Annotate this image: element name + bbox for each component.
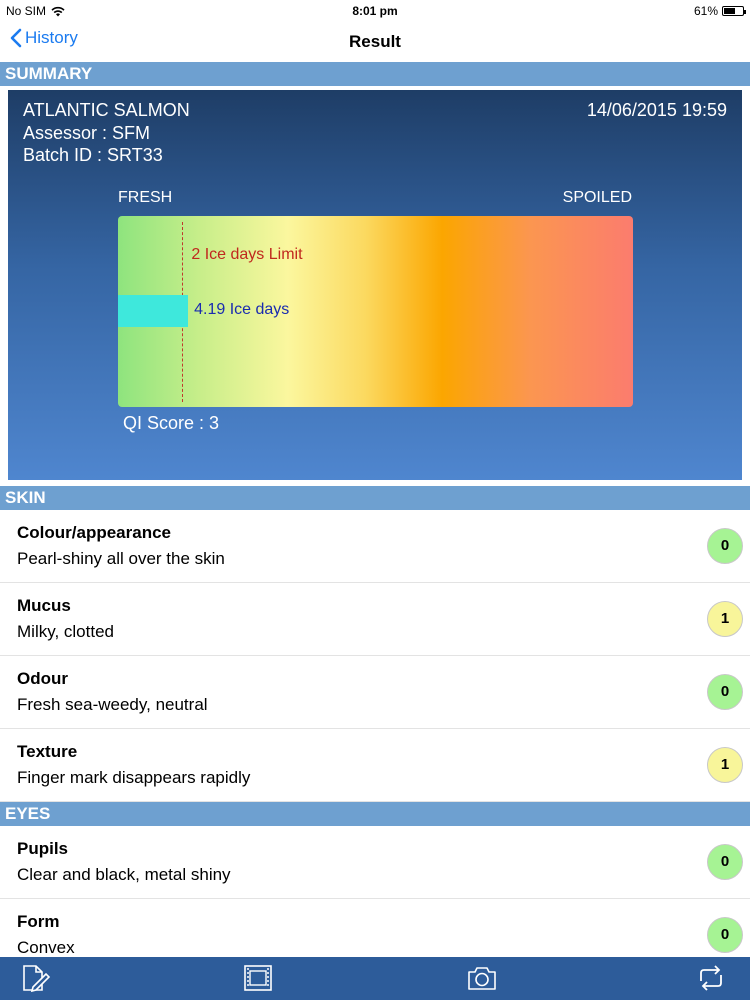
row-title: Texture (17, 742, 78, 761)
score-badge: 0 (707, 674, 743, 710)
list-item-pupils[interactable]: Pupils Clear and black, metal shiny 0 (0, 826, 750, 899)
assessor-label: Assessor : SFM (23, 123, 151, 143)
spoiled-label: SPOILED (562, 189, 632, 206)
row-value: Milky, clotted (17, 622, 114, 641)
battery-fill (724, 8, 735, 14)
row-title: Odour (17, 669, 68, 688)
camera-icon[interactable] (466, 963, 498, 993)
status-time: 8:01 pm (352, 4, 398, 18)
score-badge: 0 (707, 917, 743, 953)
navigation-bar: History Result (0, 22, 750, 62)
species-name: ATLANTIC SALMON (23, 100, 190, 120)
ice-days-label: 4.19 Ice days (194, 301, 290, 318)
battery-percent: 61% (693, 4, 718, 18)
edit-document-icon[interactable] (19, 963, 51, 993)
assessment-datetime: 14/06/2015 19:59 (586, 100, 727, 120)
row-title: Colour/appearance (17, 523, 171, 542)
row-title: Pupils (17, 839, 69, 858)
status-right: 61% (693, 4, 746, 18)
row-value: Clear and black, metal shiny (17, 865, 231, 884)
list-item-colour-appearance[interactable]: Colour/appearance Pearl-shiny all over t… (0, 510, 750, 583)
list-item-texture[interactable]: Texture Finger mark disappears rapidly 1 (0, 729, 750, 802)
row-title: Mucus (17, 596, 71, 615)
status-bar: No SIM 8:01 pm 61% (0, 0, 750, 22)
row-value: Convex (17, 938, 75, 957)
freshness-gauge: 2 Ice days Limit 4.19 Ice days (118, 216, 633, 407)
row-value: Fresh sea-weedy, neutral (17, 695, 208, 714)
fresh-label: FRESH (118, 189, 173, 206)
score-badge: 1 (707, 601, 743, 637)
limit-label: 2 Ice days Limit (191, 246, 303, 263)
row-title: Form (17, 912, 60, 931)
batch-id-label: Batch ID : SRT33 (23, 145, 163, 165)
sync-icon[interactable] (695, 963, 727, 993)
list-item-odour[interactable]: Odour Fresh sea-weedy, neutral 0 (0, 656, 750, 729)
score-badge: 0 (707, 528, 743, 564)
score-badge: 1 (707, 747, 743, 783)
row-value: Pearl-shiny all over the skin (17, 549, 225, 568)
row-value: Finger mark disappears rapidly (17, 768, 251, 787)
ice-days-bar (118, 295, 189, 327)
section-header-summary: SUMMARY (0, 62, 750, 86)
list-item-mucus[interactable]: Mucus Milky, clotted 1 (0, 583, 750, 656)
section-header-skin: SKIN (0, 486, 750, 510)
summary-panel: ATLANTIC SALMON 14/06/2015 19:59 Assesso… (8, 90, 742, 480)
film-frame-icon[interactable] (242, 963, 274, 993)
score-badge: 0 (707, 844, 743, 880)
section-header-eyes: EYES (0, 802, 750, 826)
page-title: Result (349, 32, 401, 51)
battery-icon (722, 6, 746, 16)
qi-score: QI Score : 3 (123, 413, 220, 433)
bottom-toolbar (0, 957, 750, 1000)
